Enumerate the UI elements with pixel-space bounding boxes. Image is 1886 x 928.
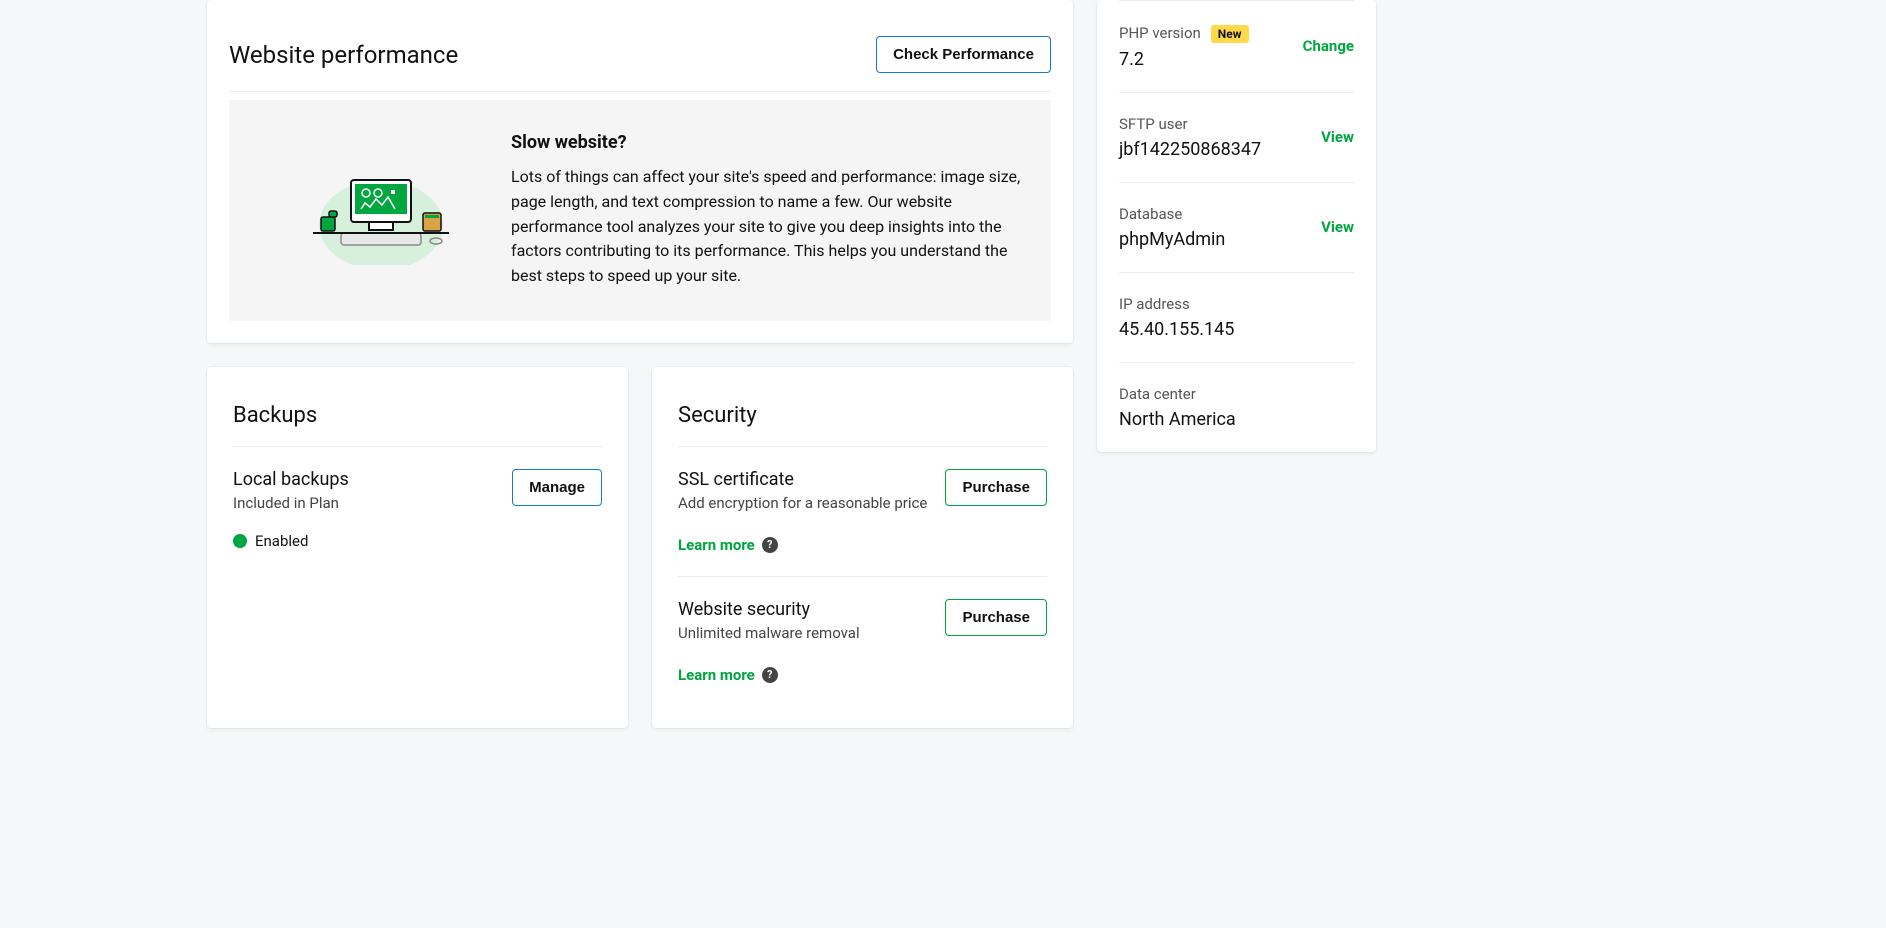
backups-card: Backups Local backups Included in Plan M…	[207, 367, 628, 728]
security-card: Security SSL certificate Add encryption …	[652, 367, 1073, 728]
local-backups-sub: Included in Plan	[233, 494, 349, 512]
new-badge: New	[1211, 25, 1249, 43]
check-performance-button[interactable]: Check Performance	[876, 36, 1051, 73]
websec-learn-more-link[interactable]: Learn more ?	[678, 666, 778, 684]
database-view-link[interactable]: View	[1321, 218, 1354, 236]
performance-illustration	[251, 132, 511, 289]
manage-backups-button[interactable]: Manage	[512, 469, 602, 506]
ip-label: IP address	[1119, 295, 1234, 313]
ssl-sub: Add encryption for a reasonable price	[678, 494, 927, 512]
help-icon: ?	[762, 537, 778, 553]
performance-promo: Slow website? Lots of things can affect …	[229, 100, 1051, 321]
local-backups-title: Local backups	[233, 469, 349, 490]
php-version-value: 7.2	[1119, 49, 1249, 70]
ssl-learn-more-link[interactable]: Learn more ?	[678, 536, 778, 554]
backups-title: Backups	[233, 389, 602, 447]
database-value: phpMyAdmin	[1119, 229, 1225, 250]
sftp-value: jbf142250868347	[1119, 139, 1261, 160]
database-label: Database	[1119, 205, 1225, 223]
websec-learn-more-label: Learn more	[678, 666, 755, 684]
websec-purchase-button[interactable]: Purchase	[945, 599, 1047, 636]
status-dot-icon	[233, 534, 247, 548]
php-version-label: PHP version	[1119, 24, 1201, 42]
backups-status: Enabled	[255, 532, 308, 550]
performance-card: Website performance Check Performance	[207, 0, 1073, 343]
performance-title: Website performance	[229, 41, 458, 69]
datacenter-label: Data center	[1119, 385, 1236, 403]
sftp-label: SFTP user	[1119, 115, 1261, 133]
ssl-learn-more-label: Learn more	[678, 536, 755, 554]
details-panel: PHP version New 7.2 Change SFTP user jbf…	[1097, 0, 1376, 452]
help-icon: ?	[762, 667, 778, 683]
websec-title: Website security	[678, 599, 860, 620]
ssl-purchase-button[interactable]: Purchase	[945, 469, 1047, 506]
ssl-title: SSL certificate	[678, 469, 927, 490]
performance-promo-title: Slow website?	[511, 132, 1029, 153]
php-change-link[interactable]: Change	[1303, 37, 1354, 55]
ip-value: 45.40.155.145	[1119, 319, 1234, 340]
websec-sub: Unlimited malware removal	[678, 624, 860, 642]
sftp-view-link[interactable]: View	[1321, 128, 1354, 146]
security-title: Security	[678, 389, 1047, 447]
datacenter-value: North America	[1119, 409, 1236, 430]
performance-promo-text: Lots of things can affect your site's sp…	[511, 165, 1029, 289]
